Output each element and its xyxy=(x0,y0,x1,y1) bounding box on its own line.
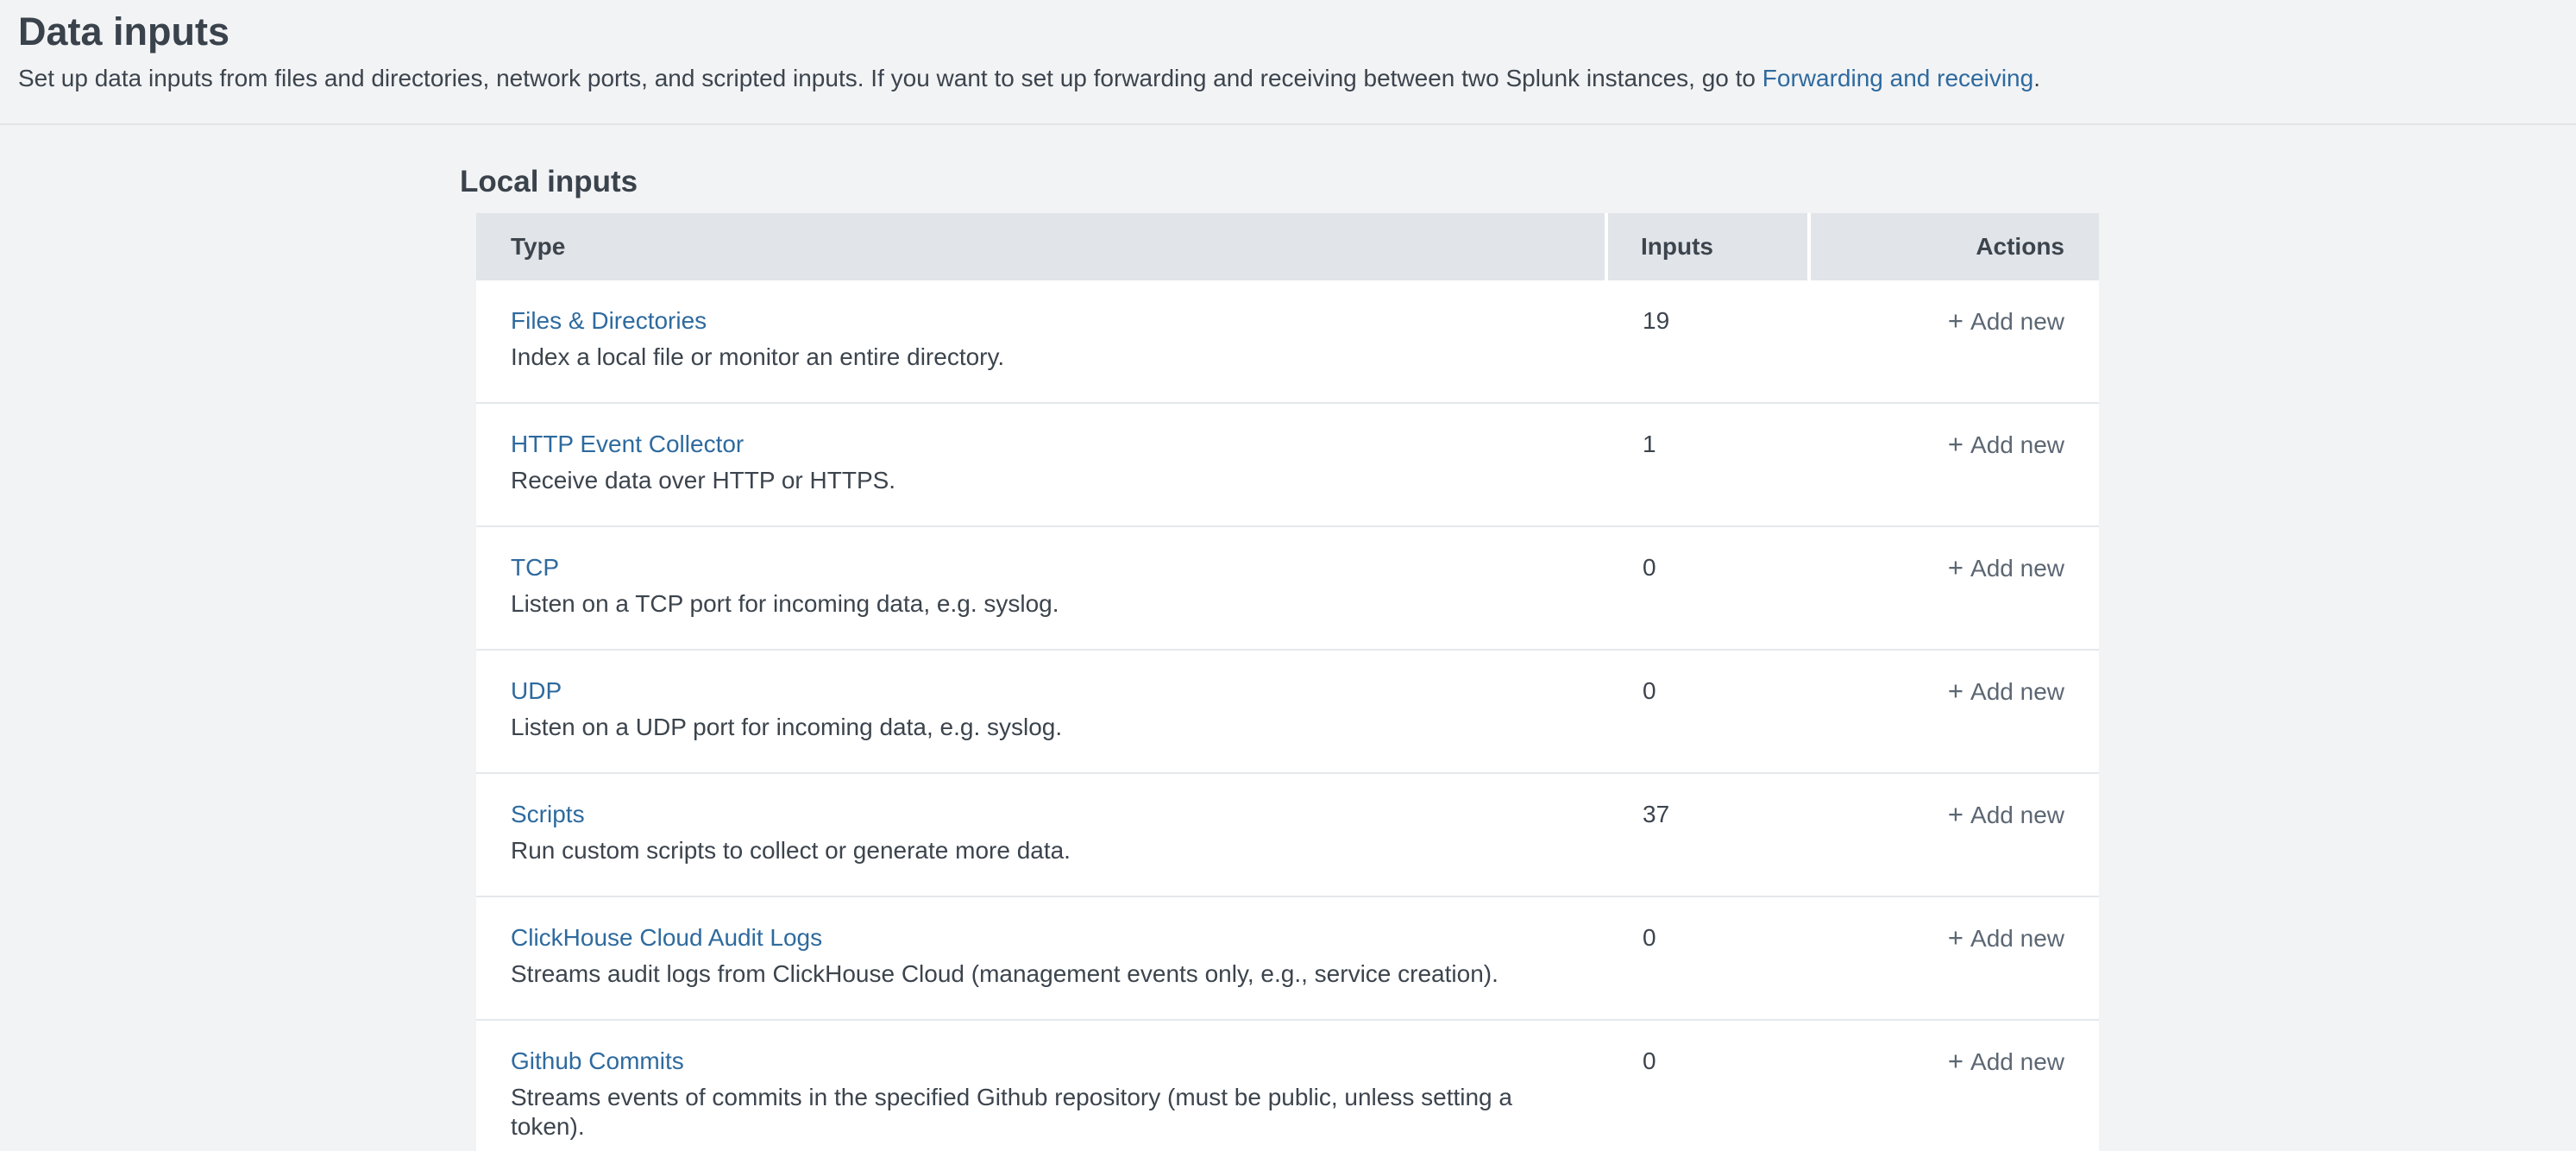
type-cell: HTTP Event Collector Receive data over H… xyxy=(476,404,1605,525)
page-subtitle-period: . xyxy=(2033,65,2040,91)
plus-icon: + xyxy=(1948,922,1963,953)
input-type-description: Streams audit logs from ClickHouse Cloud… xyxy=(511,959,1579,989)
add-new-button[interactable]: + Add new xyxy=(1948,308,2064,335)
input-type-link[interactable]: TCP xyxy=(511,553,559,582)
input-type-description: Index a local file or monitor an entire … xyxy=(511,343,1579,372)
actions-cell: + Add new xyxy=(1811,280,2099,402)
inputs-count: 19 xyxy=(1643,307,1669,334)
table-row: Files & Directories Index a local file o… xyxy=(476,280,2099,404)
plus-icon: + xyxy=(1948,552,1963,582)
type-cell: UDP Listen on a UDP port for incoming da… xyxy=(476,651,1605,772)
type-cell: TCP Listen on a TCP port for incoming da… xyxy=(476,527,1605,649)
column-header-actions: Actions xyxy=(1811,213,2099,280)
add-new-button[interactable]: + Add new xyxy=(1948,802,2064,828)
add-new-label: Add new xyxy=(1970,1048,2064,1075)
local-inputs-table: Type Inputs Actions Files & Directories … xyxy=(476,213,2099,1151)
add-new-button[interactable]: + Add new xyxy=(1948,925,2064,952)
input-type-link[interactable]: HTTP Event Collector xyxy=(511,430,744,459)
table-row: Scripts Run custom scripts to collect or… xyxy=(476,774,2099,897)
forwarding-and-receiving-link[interactable]: Forwarding and receiving xyxy=(1762,65,2033,91)
inputs-count: 0 xyxy=(1643,677,1656,704)
plus-icon: + xyxy=(1948,429,1963,459)
table-header-row: Type Inputs Actions xyxy=(476,213,2099,280)
input-type-link[interactable]: UDP xyxy=(511,676,562,706)
page-subtitle-text: Set up data inputs from files and direct… xyxy=(18,65,1762,91)
add-new-label: Add new xyxy=(1970,925,2064,952)
plus-icon: + xyxy=(1948,676,1963,706)
add-new-label: Add new xyxy=(1970,678,2064,705)
inputs-count-cell: 19 xyxy=(1608,280,1807,402)
inputs-count-cell: 37 xyxy=(1608,774,1807,896)
add-new-button[interactable]: + Add new xyxy=(1948,431,2064,458)
actions-cell: + Add new xyxy=(1811,1021,2099,1151)
inputs-count-cell: 0 xyxy=(1608,527,1807,649)
page-header: Data inputs Set up data inputs from file… xyxy=(0,0,2576,125)
type-cell: Scripts Run custom scripts to collect or… xyxy=(476,774,1605,896)
inputs-count-cell: 1 xyxy=(1608,404,1807,525)
content-area: Local inputs Type Inputs Actions Files &… xyxy=(0,125,2576,1151)
table-row: ClickHouse Cloud Audit Logs Streams audi… xyxy=(476,897,2099,1021)
add-new-label: Add new xyxy=(1970,555,2064,582)
inputs-count: 0 xyxy=(1643,554,1656,581)
table-row: Github Commits Streams events of commits… xyxy=(476,1021,2099,1151)
column-header-inputs: Inputs xyxy=(1608,213,1807,280)
input-type-link[interactable]: Github Commits xyxy=(511,1047,684,1076)
type-cell: ClickHouse Cloud Audit Logs Streams audi… xyxy=(476,897,1605,1019)
input-type-description: Receive data over HTTP or HTTPS. xyxy=(511,466,1579,495)
actions-cell: + Add new xyxy=(1811,897,2099,1019)
inputs-count: 37 xyxy=(1643,801,1669,827)
inputs-count: 1 xyxy=(1643,431,1656,457)
actions-cell: + Add new xyxy=(1811,404,2099,525)
input-type-link[interactable]: ClickHouse Cloud Audit Logs xyxy=(511,923,822,953)
input-type-description: Run custom scripts to collect or generat… xyxy=(511,836,1579,865)
section-title: Local inputs xyxy=(460,164,2576,200)
inputs-count-cell: 0 xyxy=(1608,1021,1807,1151)
input-type-link[interactable]: Files & Directories xyxy=(511,306,707,336)
add-new-button[interactable]: + Add new xyxy=(1948,1048,2064,1075)
type-cell: Github Commits Streams events of commits… xyxy=(476,1021,1605,1151)
input-type-description: Listen on a UDP port for incoming data, … xyxy=(511,713,1579,742)
inputs-count-cell: 0 xyxy=(1608,897,1807,1019)
table-row: TCP Listen on a TCP port for incoming da… xyxy=(476,527,2099,651)
page-subtitle: Set up data inputs from files and direct… xyxy=(18,64,2541,93)
add-new-label: Add new xyxy=(1970,431,2064,458)
input-type-description: Listen on a TCP port for incoming data, … xyxy=(511,589,1579,619)
input-type-description: Streams events of commits in the specifi… xyxy=(511,1083,1579,1142)
actions-cell: + Add new xyxy=(1811,651,2099,772)
add-new-label: Add new xyxy=(1970,802,2064,828)
type-cell: Files & Directories Index a local file o… xyxy=(476,280,1605,402)
input-type-link[interactable]: Scripts xyxy=(511,800,585,829)
table-row: UDP Listen on a UDP port for incoming da… xyxy=(476,651,2099,774)
page-title: Data inputs xyxy=(18,9,2541,55)
inputs-count: 0 xyxy=(1643,924,1656,951)
plus-icon: + xyxy=(1948,1046,1963,1076)
actions-cell: + Add new xyxy=(1811,774,2099,896)
actions-cell: + Add new xyxy=(1811,527,2099,649)
table-row: HTTP Event Collector Receive data over H… xyxy=(476,404,2099,527)
add-new-label: Add new xyxy=(1970,308,2064,335)
table-body: Files & Directories Index a local file o… xyxy=(476,280,2099,1151)
inputs-count-cell: 0 xyxy=(1608,651,1807,772)
plus-icon: + xyxy=(1948,799,1963,829)
column-header-type: Type xyxy=(476,213,1605,280)
inputs-count: 0 xyxy=(1643,1047,1656,1074)
plus-icon: + xyxy=(1948,305,1963,336)
add-new-button[interactable]: + Add new xyxy=(1948,555,2064,582)
add-new-button[interactable]: + Add new xyxy=(1948,678,2064,705)
